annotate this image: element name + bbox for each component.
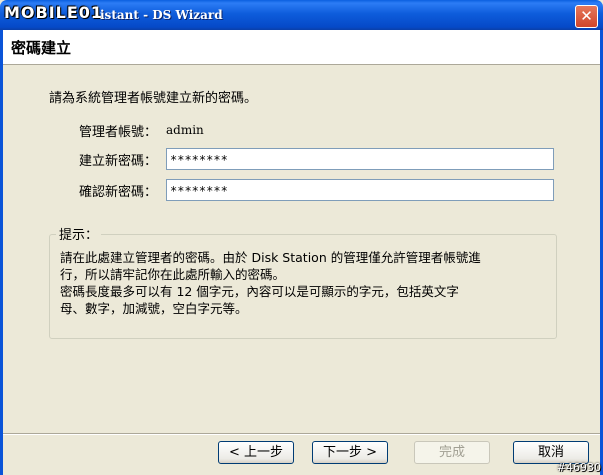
back-button[interactable]: < 上一步 <box>218 441 294 464</box>
admin-account-value: admin <box>166 123 204 137</box>
hint-line: 行，所以請牢記你在此處所輸入的密碼。 <box>60 267 286 282</box>
button-separator <box>3 433 600 435</box>
window-title: istant - DS Wizard <box>100 8 223 22</box>
close-icon: ✕ <box>580 7 593 25</box>
title-bar: MOBILE01 istant - DS Wizard ✕ <box>0 0 603 30</box>
wizard-body: 請為系統管理者帳號建立新的密碼。 管理者帳號： admin 建立新密碼： ***… <box>3 65 600 433</box>
hint-line: 密碼長度最多可以有 12 個字元，內容可以是可顯示的字元，包括英文字 <box>60 284 459 299</box>
confirm-password-field[interactable]: ******** <box>166 179 554 201</box>
finish-button[interactable]: 完成 <box>414 441 490 464</box>
wizard-header: 密碼建立 <box>3 30 600 65</box>
page-title: 密碼建立 <box>11 39 72 57</box>
hint-line: 請在此處建立管理者的密碼。由於 Disk Station 的管理僅允許管理者帳號… <box>60 250 481 265</box>
confirm-password-label: 確認新密碼： <box>78 185 157 200</box>
hint-title: 提示： <box>56 224 102 243</box>
hint-text: 請在此處建立管理者的密碼。由於 Disk Station 的管理僅允許管理者帳號… <box>60 249 550 317</box>
intro-text: 請為系統管理者帳號建立新的密碼。 <box>49 91 258 106</box>
new-password-field[interactable]: ******** <box>166 148 554 170</box>
hint-groupbox: 提示： 請在此處建立管理者的密碼。由於 Disk Station 的管理僅允許管… <box>49 224 557 339</box>
mobile01-logo: MOBILE01 <box>4 3 104 22</box>
new-password-label: 建立新密碼： <box>78 154 157 169</box>
watermark: #46930 <box>556 461 601 474</box>
hint-line: 母、數字，加減號，空白字元等。 <box>60 301 248 316</box>
close-button[interactable]: ✕ <box>575 5 598 28</box>
admin-account-label: 管理者帳號： <box>78 125 157 140</box>
next-button[interactable]: 下一步 > <box>312 441 388 464</box>
